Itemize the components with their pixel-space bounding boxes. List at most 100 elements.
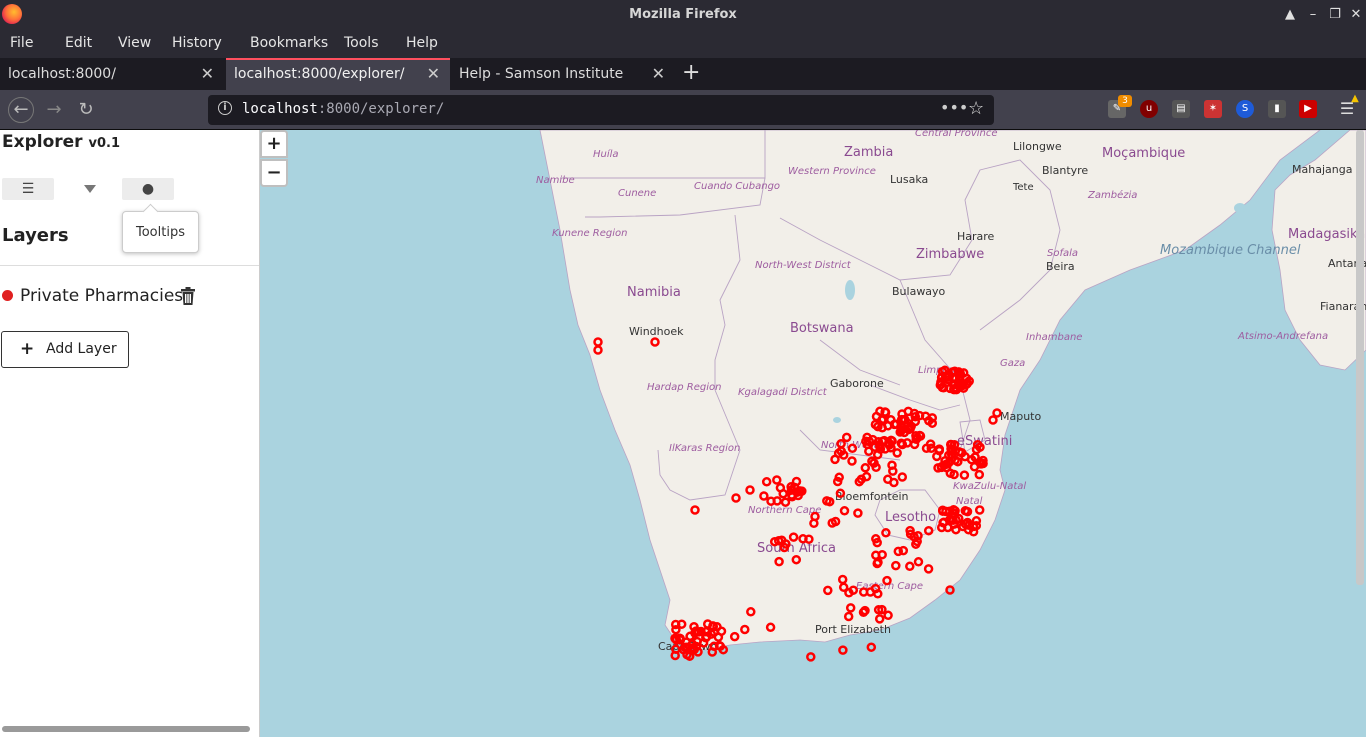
- horizontal-scrollbar[interactable]: [2, 726, 250, 732]
- label-city: Beira: [1046, 260, 1075, 273]
- pharmacy-marker[interactable]: [945, 585, 955, 595]
- menu-bar: File Edit View History Bookmarks Tools H…: [0, 30, 1366, 58]
- tab-tooltips[interactable]: ●: [122, 178, 174, 200]
- close-tab-icon[interactable]: ✕: [201, 58, 214, 90]
- filter-icon: [84, 185, 96, 193]
- extension-fox-icon[interactable]: ✶: [1204, 100, 1222, 118]
- menu-help[interactable]: Help: [406, 35, 438, 51]
- menu-file[interactable]: File: [10, 35, 33, 51]
- label-region: Cunene: [618, 188, 656, 199]
- maximize-icon[interactable]: ❐: [1326, 6, 1344, 24]
- tab-explorer[interactable]: localhost:8000/explorer/ ✕: [226, 58, 450, 90]
- pharmacy-marker[interactable]: [670, 650, 680, 661]
- url-bar[interactable]: i localhost:8000/explorer/ ••• ☆: [208, 95, 994, 125]
- label-city: Harare: [957, 230, 995, 243]
- label-city: Maputo: [1000, 410, 1041, 423]
- layer-name[interactable]: Private Pharmacies: [20, 286, 183, 306]
- tab-filter[interactable]: [64, 178, 116, 200]
- label-city: Lusaka: [890, 173, 928, 186]
- url-text[interactable]: localhost:8000/explorer/: [242, 101, 444, 117]
- reload-icon[interactable]: ↻: [74, 98, 98, 122]
- label-region: Kunene Region: [552, 228, 627, 239]
- map[interactable]: Zambia Namibia Botswana Zimbabwe South A…: [260, 130, 1366, 737]
- label-region: Inhambane: [1026, 332, 1082, 343]
- label-city: Mahajanga: [1292, 163, 1352, 176]
- minimize-icon[interactable]: –: [1304, 6, 1322, 24]
- close-tab-icon[interactable]: ✕: [647, 58, 665, 90]
- hamburger-icon: ☰: [21, 181, 35, 197]
- reader-icon[interactable]: ▤: [1172, 100, 1190, 118]
- pharmacy-marker[interactable]: [806, 652, 816, 662]
- label-region: Hardap Region: [647, 382, 721, 393]
- label-country: Moçambique: [1102, 146, 1185, 161]
- layer-color-dot: [2, 290, 13, 301]
- sidebar: Explorer v0.1 ☰ ● Tooltips Layers Privat…: [0, 130, 260, 737]
- label-region: Natal: [956, 496, 983, 507]
- trash-icon[interactable]: [180, 287, 196, 305]
- label-region: Gaza: [1000, 358, 1025, 369]
- zoom-out-button[interactable]: −: [260, 159, 288, 187]
- pharmacy-marker[interactable]: [866, 642, 877, 652]
- label-region: Kgalagadi District: [738, 387, 828, 398]
- warning-icon: ▲: [1351, 93, 1359, 104]
- zoom-in-button[interactable]: +: [260, 130, 288, 158]
- add-layer-button[interactable]: + Add Layer: [1, 331, 129, 368]
- new-tab-icon[interactable]: +: [678, 58, 706, 90]
- library-icon[interactable]: ▮: [1268, 100, 1286, 118]
- tab-label: localhost:8000/: [8, 66, 116, 82]
- tab-help[interactable]: Help - Samson Institute ✕: [451, 58, 675, 90]
- label-region: Huíla: [593, 148, 619, 160]
- label-city: Blantyre: [1042, 164, 1088, 177]
- label-region: Atsimo-Andrefana: [1237, 331, 1328, 342]
- label-country: Namibia: [627, 285, 681, 300]
- page-actions-icon[interactable]: •••: [940, 98, 968, 117]
- menu-edit[interactable]: Edit: [65, 35, 92, 51]
- menu-view[interactable]: View: [118, 35, 151, 51]
- tab-localhost[interactable]: localhost:8000/ ✕: [0, 58, 224, 90]
- vertical-scrollbar[interactable]: [1356, 130, 1364, 585]
- pharmacy-marker[interactable]: [838, 645, 848, 655]
- tab-bar: localhost:8000/ ✕ localhost:8000/explore…: [0, 58, 1366, 90]
- label-region: Zambézia: [1087, 189, 1137, 201]
- extension-badge: 3: [1118, 95, 1132, 107]
- label-region: KwaZulu-Natal: [953, 481, 1026, 492]
- extension-s-icon[interactable]: S: [1236, 100, 1254, 118]
- tooltip: Tooltips: [122, 211, 199, 253]
- window-up-icon[interactable]: ▲: [1281, 6, 1299, 24]
- app-title: Explorer v0.1: [2, 132, 120, 152]
- plus-icon: +: [20, 339, 35, 359]
- back-icon[interactable]: ←: [8, 97, 34, 123]
- window-titlebar: Mozilla Firefox ▲ – ❐ ✕: [0, 0, 1366, 30]
- divider: [0, 265, 259, 266]
- label-region: Cuando Cubango: [694, 181, 780, 192]
- label-city: Bloemfontein: [835, 490, 909, 503]
- menu-bookmarks[interactable]: Bookmarks: [250, 35, 328, 51]
- close-tab-icon[interactable]: ✕: [422, 60, 440, 88]
- youtube-icon[interactable]: ▶: [1299, 100, 1317, 118]
- ublock-icon[interactable]: u: [1140, 100, 1158, 118]
- menu-tools[interactable]: Tools: [344, 35, 379, 51]
- map-canvas[interactable]: Zambia Namibia Botswana Zimbabwe South A…: [260, 130, 1366, 737]
- label-city: Port Elizabeth: [815, 623, 891, 636]
- label-city: Tete: [1012, 182, 1034, 193]
- label-region: Sofala: [1047, 248, 1078, 259]
- tab-label: Help - Samson Institute: [459, 66, 624, 82]
- label-city: Gaborone: [830, 377, 884, 390]
- tab-layers[interactable]: ☰: [2, 178, 54, 200]
- label-region: Central Province: [915, 130, 998, 139]
- label-country: Zambia: [844, 145, 893, 160]
- label-country: Madagasikara: [1288, 227, 1366, 242]
- label-region: North-West District: [755, 260, 852, 271]
- bookmark-star-icon[interactable]: ☆: [968, 98, 984, 119]
- forward-icon[interactable]: →: [42, 98, 66, 122]
- label-country: South Africa: [757, 541, 836, 556]
- tab-label: localhost:8000/explorer/: [234, 66, 405, 82]
- label-city: Windhoek: [629, 325, 684, 338]
- layers-heading: Layers: [2, 225, 69, 246]
- label-region: Western Province: [788, 166, 876, 177]
- menu-history[interactable]: History: [172, 35, 222, 51]
- site-info-icon[interactable]: i: [218, 101, 232, 115]
- label-country: Botswana: [790, 321, 854, 336]
- label-country: Lesotho: [885, 510, 936, 525]
- close-window-icon[interactable]: ✕: [1347, 6, 1365, 24]
